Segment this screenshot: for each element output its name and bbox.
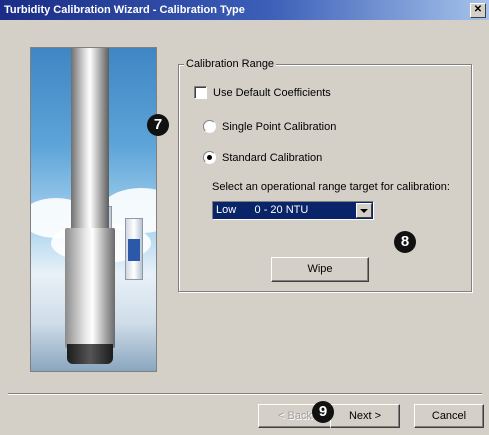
probe-body: [65, 228, 115, 348]
footer-separator: [8, 393, 482, 395]
standard-calibration-radio[interactable]: [203, 151, 216, 164]
next-label: Next >: [348, 410, 382, 422]
next-button[interactable]: Next >: [330, 404, 400, 428]
cancel-button[interactable]: Cancel: [414, 404, 484, 428]
wipe-button[interactable]: Wipe: [271, 257, 369, 282]
dropdown-arrow-icon[interactable]: [356, 203, 372, 218]
use-default-checkbox[interactable]: [194, 86, 207, 99]
probe-image: [30, 47, 157, 372]
back-label: < Back: [278, 410, 312, 422]
use-default-coefficients-option[interactable]: Use Default Coefficients: [194, 86, 331, 99]
callout-badge-7: 7: [147, 114, 169, 136]
close-icon: ✕: [473, 4, 483, 15]
close-button[interactable]: ✕: [470, 3, 486, 18]
cancel-label: Cancel: [431, 410, 467, 422]
standard-bottle-image: [125, 218, 143, 280]
use-default-label: Use Default Coefficients: [213, 86, 331, 99]
wizard-window: Turbidity Calibration Wizard - Calibrati…: [0, 0, 489, 435]
probe-cap: [67, 344, 113, 364]
window-title: Turbidity Calibration Wizard - Calibrati…: [4, 4, 245, 16]
range-select-label: Select an operational range target for c…: [212, 181, 450, 193]
standard-calibration-option[interactable]: Standard Calibration: [203, 151, 322, 164]
callout-badge-8: 8: [394, 231, 416, 253]
group-legend: Calibration Range: [184, 58, 277, 70]
single-point-label: Single Point Calibration: [222, 120, 337, 133]
wipe-label: Wipe: [307, 263, 333, 275]
range-dropdown-value: Low 0 - 20 NTU: [216, 204, 309, 216]
single-point-option[interactable]: Single Point Calibration: [203, 120, 336, 133]
title-bar: Turbidity Calibration Wizard - Calibrati…: [0, 0, 489, 20]
standard-calibration-label: Standard Calibration: [222, 151, 323, 164]
single-point-radio[interactable]: [203, 120, 216, 133]
range-dropdown[interactable]: Low 0 - 20 NTU: [212, 201, 374, 220]
callout-badge-9: 9: [312, 401, 334, 423]
